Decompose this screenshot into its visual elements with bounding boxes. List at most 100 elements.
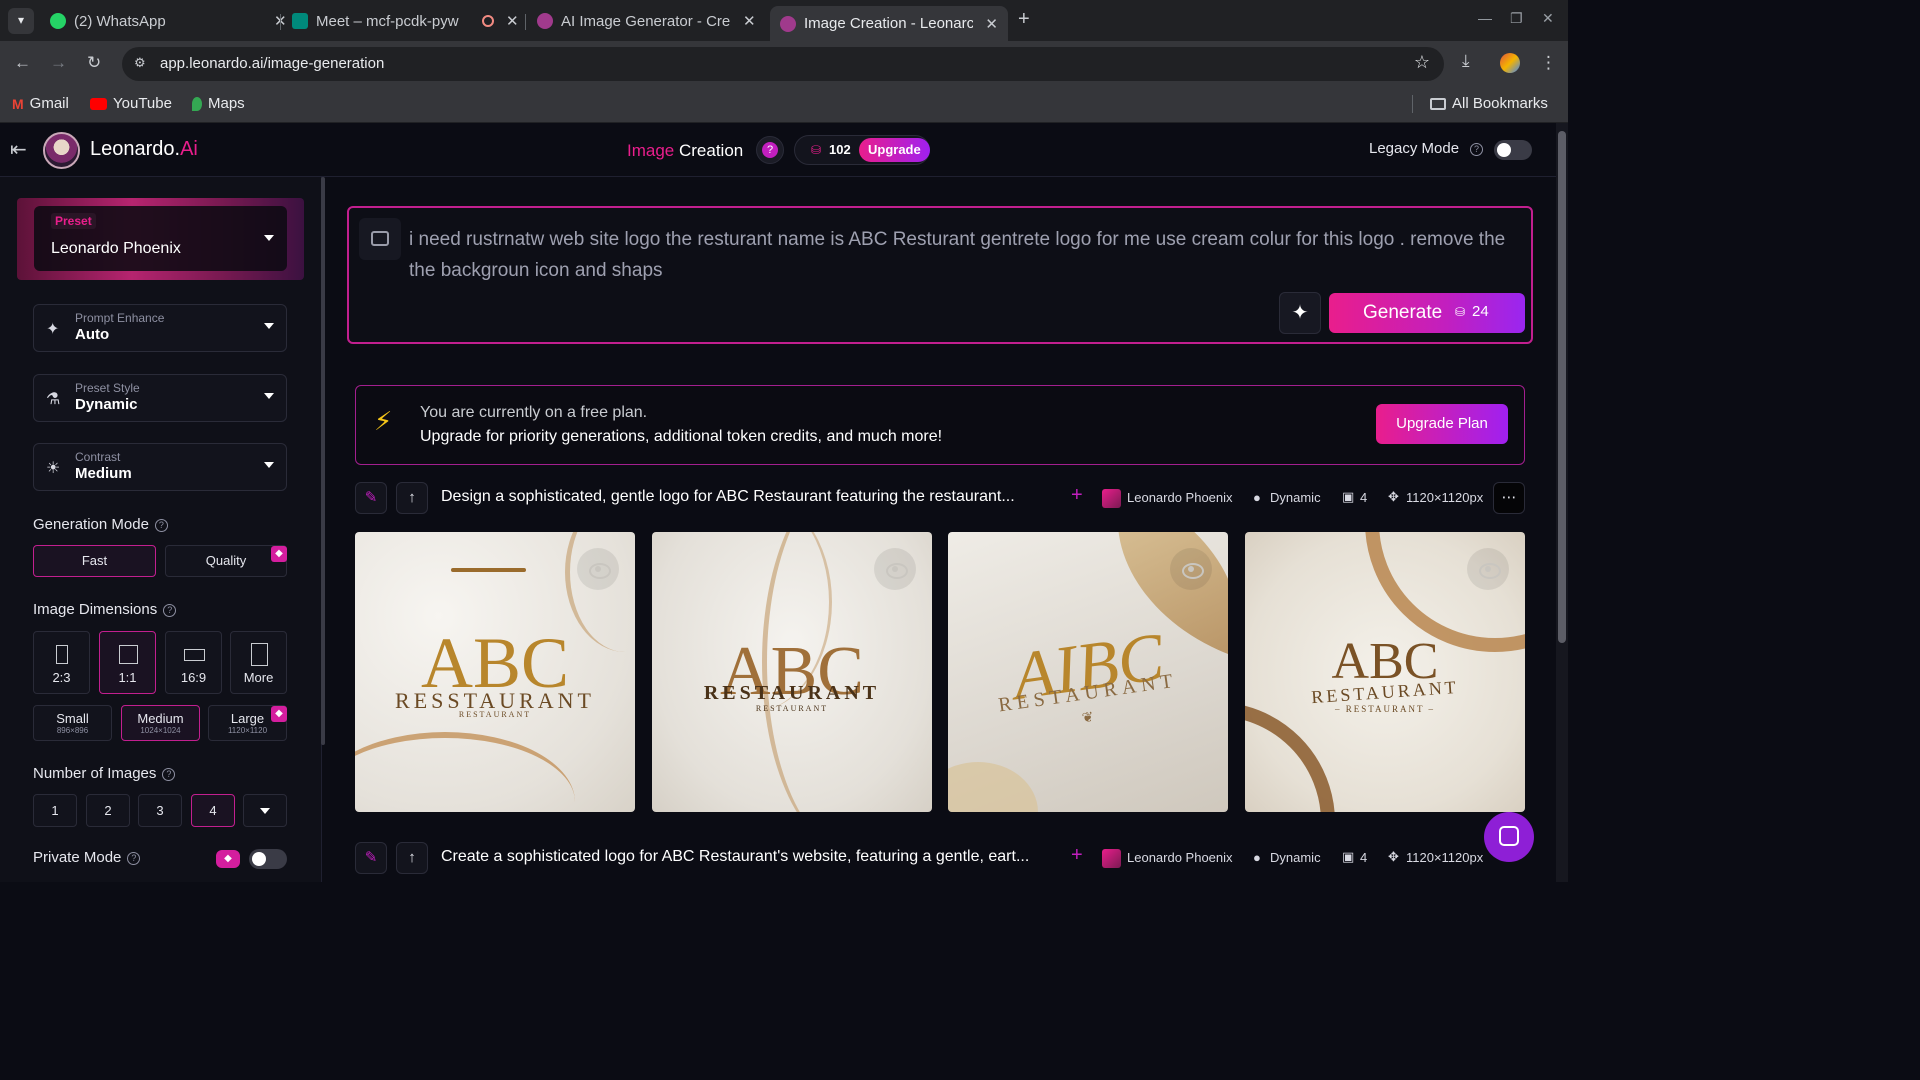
new-tab-button[interactable]: + xyxy=(1018,8,1030,31)
num-images-4[interactable]: 4 xyxy=(191,794,235,827)
close-tab-icon[interactable]: ✕ xyxy=(743,12,756,30)
upgrade-plan-button[interactable]: Upgrade Plan xyxy=(1376,404,1508,444)
generate-button[interactable]: Generate ⛁ 24 xyxy=(1329,293,1525,333)
size-px: 1120×1120 xyxy=(227,726,268,735)
ratio-label: More xyxy=(243,670,274,685)
remix-icon[interactable]: ✎ xyxy=(355,482,387,514)
image-prompt-icon[interactable] xyxy=(359,218,401,260)
preset-style-dropdown[interactable]: ⚗ Preset Style Dynamic xyxy=(33,374,287,422)
bookmark-divider xyxy=(1412,95,1413,113)
generated-image-2[interactable]: ABC RESTAURANT RESTAURANT xyxy=(652,532,932,812)
num-images-1[interactable]: 1 xyxy=(33,794,77,827)
size-small-button[interactable]: Small 896×896 xyxy=(33,705,112,741)
bookmark-star-icon[interactable]: ☆ xyxy=(1414,52,1430,73)
scrollbar-thumb[interactable] xyxy=(1558,131,1566,643)
leonardo-logo xyxy=(43,132,80,169)
reuse-prompt-arrow-icon[interactable]: ↑ xyxy=(396,482,428,514)
ratio-more-button[interactable]: More xyxy=(230,631,287,694)
dropdown-label: Contrast xyxy=(75,450,121,464)
prompt-magic-icon[interactable]: ✦ xyxy=(1279,292,1321,334)
add-icon[interactable]: + xyxy=(1071,844,1083,867)
all-bookmarks[interactable]: All Bookmarks xyxy=(1430,95,1548,112)
meet-icon xyxy=(292,13,308,29)
legacy-mode-toggle[interactable] xyxy=(1494,140,1532,160)
eye-icon[interactable] xyxy=(577,548,619,590)
prompt-enhance-dropdown[interactable]: ✦ Prompt Enhance Auto xyxy=(33,304,287,352)
page-title: Image Creation xyxy=(627,141,743,161)
ratio-1-1-button[interactable]: 1:1 xyxy=(99,631,156,694)
eye-icon[interactable] xyxy=(1170,548,1212,590)
bookmark-maps[interactable]: Maps xyxy=(192,95,245,112)
preset-card[interactable]: Preset Leonardo Phoenix xyxy=(17,198,304,280)
preset-tag: Preset xyxy=(51,213,96,229)
sun-icon: ☀ xyxy=(46,460,61,477)
generation-prompt[interactable]: Design a sophisticated, gentle logo for … xyxy=(441,488,1015,506)
profile-avatar[interactable] xyxy=(1500,53,1520,73)
bookmark-youtube[interactable]: YouTube xyxy=(90,95,172,112)
tab-image-creation[interactable]: Image Creation - Leonarc ✕ xyxy=(770,6,1008,41)
collapse-sidebar-icon[interactable]: ⇤ xyxy=(10,137,27,162)
images-count-icon: ▣ xyxy=(1342,849,1355,864)
page-scrollbar[interactable] xyxy=(1556,123,1568,882)
tab-ai-image-generator[interactable]: AI Image Generator - Cre ✕ xyxy=(527,6,766,36)
dimensions-move-icon: ✥ xyxy=(1388,849,1399,864)
dropdown-label: Preset Style xyxy=(75,381,140,395)
reuse-prompt-arrow-icon[interactable]: ↑ xyxy=(396,842,428,874)
more-options-icon[interactable]: ⋯ xyxy=(1493,482,1525,514)
settings-sidebar: Preset Leonardo Phoenix ✦ Prompt Enhance… xyxy=(0,177,322,882)
title-accent: Image xyxy=(627,141,675,160)
bookmark-label: Maps xyxy=(208,95,245,112)
tab-title: AI Image Generator - Cre xyxy=(561,12,731,30)
help-icon[interactable]: ? xyxy=(127,851,141,865)
site-settings-icon[interactable]: ⚙ xyxy=(134,55,146,71)
help-icon[interactable]: ? xyxy=(162,767,176,781)
help-icon[interactable]: ? xyxy=(163,603,177,617)
mode-fast-button[interactable]: Fast xyxy=(33,545,156,577)
eye-icon[interactable] xyxy=(874,548,916,590)
brand-name[interactable]: Leonardo.Ai xyxy=(90,138,198,161)
generation-count: 4 xyxy=(1360,850,1368,865)
ratio-2-3-button[interactable]: 2:3 xyxy=(33,631,90,694)
num-images-more-dropdown[interactable] xyxy=(243,794,287,827)
mode-quality-button[interactable]: Quality xyxy=(165,545,287,577)
eye-icon[interactable] xyxy=(1467,548,1509,590)
contrast-dropdown[interactable]: ☀ Contrast Medium xyxy=(33,443,287,491)
generated-image-4[interactable]: ABC RESTAURANT – RESTAURANT – xyxy=(1245,532,1525,812)
sidebar-scrollbar[interactable] xyxy=(321,177,325,745)
menu-kebab-icon[interactable]: ⋮ xyxy=(1540,53,1557,73)
legacy-help-icon[interactable]: ? xyxy=(1470,143,1483,156)
add-icon[interactable]: + xyxy=(1071,484,1083,507)
remix-icon[interactable]: ✎ xyxy=(355,842,387,874)
download-icon[interactable]: ⤓ xyxy=(1462,51,1470,71)
help-icon[interactable]: ? xyxy=(154,518,168,532)
close-window-icon[interactable]: ✕ xyxy=(1542,10,1554,27)
tab-list-button[interactable]: ▾ xyxy=(8,8,34,34)
tab-whatsapp[interactable]: (2) WhatsApp ✕ xyxy=(40,6,297,36)
upgrade-button[interactable]: Upgrade xyxy=(859,138,930,162)
bookmark-label: Gmail xyxy=(29,95,69,112)
generated-image-1[interactable]: ABC RESSTAURANT RESTAURANT xyxy=(355,532,635,812)
back-icon[interactable]: ← xyxy=(14,53,31,73)
close-tab-icon[interactable]: ✕ xyxy=(985,15,998,33)
help-icon[interactable]: ? xyxy=(756,136,784,164)
restore-icon[interactable]: ❐ xyxy=(1510,10,1523,27)
generated-image-3[interactable]: AIBC RESTAURANT ❦ xyxy=(948,532,1228,812)
chevron-down-icon xyxy=(264,235,274,241)
generation-prompt[interactable]: Create a sophisticated logo for ABC Rest… xyxy=(441,848,1029,866)
bookmark-gmail[interactable]: M Gmail xyxy=(12,95,69,112)
reload-icon[interactable]: ↻ xyxy=(87,53,101,73)
chat-support-button[interactable] xyxy=(1484,812,1534,862)
num-images-2[interactable]: 2 xyxy=(86,794,130,827)
tab-meet[interactable]: Meet – mcf-pcdk-pyw ✕ xyxy=(282,6,529,36)
address-bar[interactable]: ⚙ app.leonardo.ai/image-generation ☆ xyxy=(122,47,1444,81)
minimize-icon[interactable]: — xyxy=(1478,10,1492,26)
size-medium-button[interactable]: Medium 1024×1024 xyxy=(121,705,200,741)
app-header: ⇤ Leonardo.Ai Image Creation ? ⛁ 102 Upg… xyxy=(0,123,1568,177)
private-mode-toggle[interactable] xyxy=(249,849,287,869)
forward-icon[interactable]: → xyxy=(50,53,67,73)
generation-count: 4 xyxy=(1360,490,1368,505)
num-images-3[interactable]: 3 xyxy=(138,794,182,827)
close-tab-icon[interactable]: ✕ xyxy=(506,12,519,30)
prompt-input[interactable]: i need rustrnatw web site logo the restu… xyxy=(409,224,1519,286)
ratio-16-9-button[interactable]: 16:9 xyxy=(165,631,222,694)
